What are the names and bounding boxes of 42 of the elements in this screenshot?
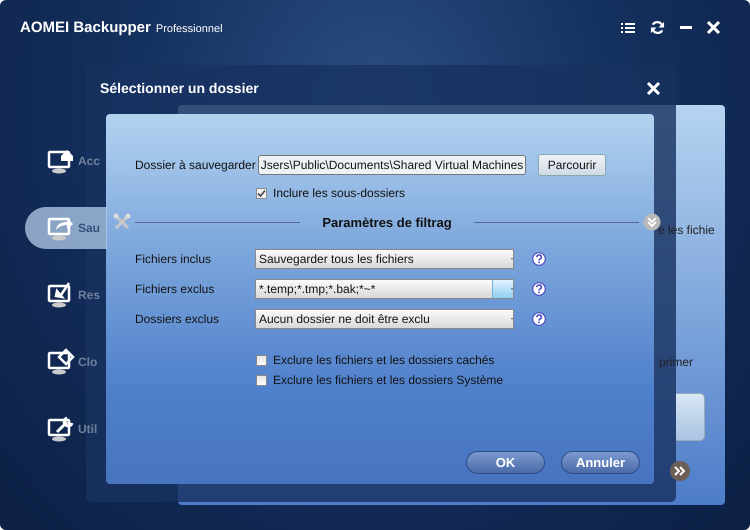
- close-icon[interactable]: [707, 21, 720, 34]
- dropdown-fragment: [676, 393, 705, 441]
- menu-icon[interactable]: [621, 22, 635, 34]
- help-icon[interactable]: [532, 312, 546, 326]
- nav-item[interactable]: Sau: [25, 207, 107, 249]
- monitor-diamond-icon: [47, 348, 75, 376]
- dropdown[interactable]: *.temp;*.tmp;*.bak;*~*: [255, 279, 514, 299]
- app-title: AOMEI Backupper: [20, 19, 151, 36]
- field-label: Dossiers exclus: [135, 312, 220, 326]
- field-label: Fichiers inclus: [135, 252, 212, 266]
- dialog-title: Sélectionner un dossier: [100, 80, 259, 96]
- caret-icon: [511, 256, 513, 262]
- field-label: Fichiers exclus: [135, 282, 216, 296]
- monitor-house-icon: [47, 147, 75, 175]
- nav-item[interactable]: Acc: [25, 140, 107, 182]
- checkbox-option[interactable]: Exclure les fichiers et les dossiers cachés: [256, 353, 654, 367]
- button-label-fragment: primer: [659, 355, 694, 369]
- nav-item[interactable]: Util: [25, 408, 107, 450]
- dropdown[interactable]: Sauvegarder tous les fichiers: [255, 249, 514, 269]
- browse-button[interactable]: Parcourir: [538, 154, 606, 176]
- help-icon[interactable]: [532, 282, 546, 296]
- dropdown[interactable]: Aucun dossier ne doit être exclu: [255, 309, 514, 329]
- help-icon[interactable]: [532, 252, 546, 266]
- dialog-button[interactable]: Annuler: [561, 451, 640, 474]
- checkbox[interactable]: [256, 188, 267, 198]
- tools-icon: [113, 213, 131, 231]
- nav-item[interactable]: Res: [25, 274, 107, 316]
- monitor-wrench-icon: [47, 415, 75, 443]
- folder-path-field[interactable]: Jsers\Public\Documents\Shared Virtual Machines: [258, 155, 526, 175]
- checkbox-option[interactable]: Inclure les sous-dossiers: [256, 186, 654, 200]
- edition-label: Professionnel: [156, 23, 223, 35]
- caret-icon: [511, 316, 513, 322]
- refresh-icon[interactable]: [650, 20, 665, 35]
- section-title: Paramètres de filtrag: [321, 214, 453, 230]
- dialog-button[interactable]: OK: [466, 451, 545, 474]
- nav-item[interactable]: Clo: [25, 341, 107, 383]
- checkbox[interactable]: [256, 374, 267, 386]
- checkbox[interactable]: [256, 354, 267, 366]
- close-icon[interactable]: [647, 82, 660, 94]
- field-label: Dossier à sauvegarder: [135, 158, 256, 172]
- checkbox-option[interactable]: Exclure les fichiers et les dossiers Système: [256, 373, 654, 387]
- caret-icon: [511, 286, 513, 292]
